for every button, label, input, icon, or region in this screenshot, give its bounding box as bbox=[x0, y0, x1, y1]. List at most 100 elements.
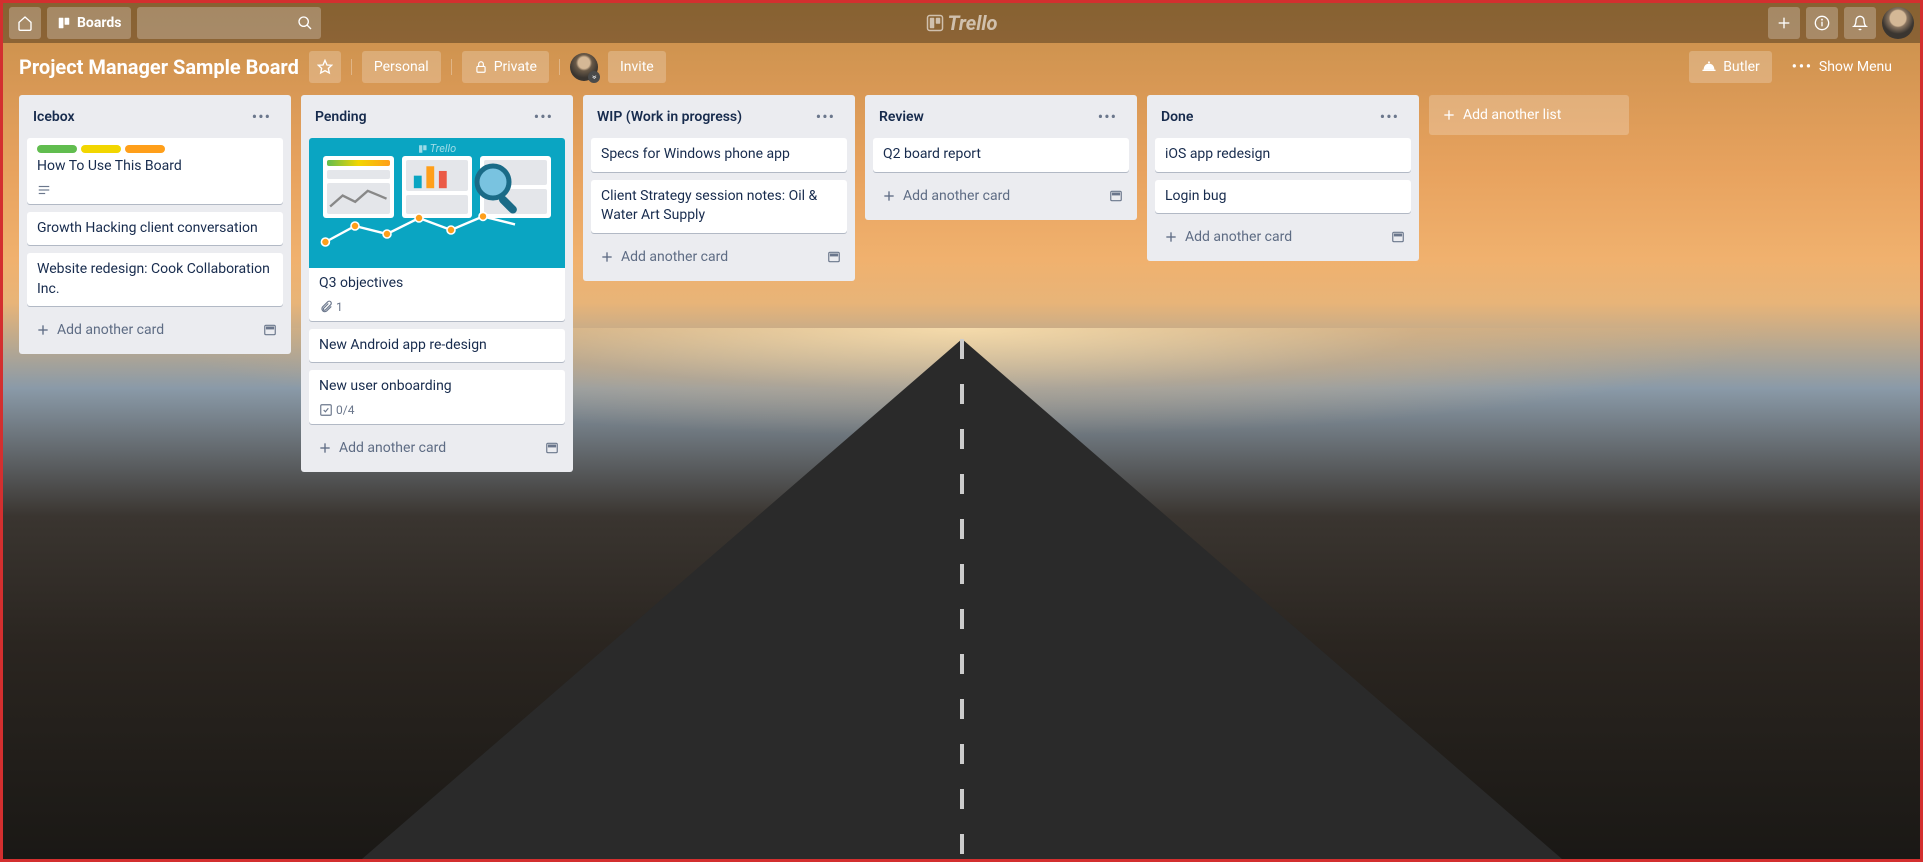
attachment-badge: 1 bbox=[319, 300, 343, 314]
card-title: Growth Hacking client conversation bbox=[37, 219, 273, 239]
card[interactable]: New Android app re-design bbox=[309, 329, 565, 363]
visibility-button[interactable]: Private bbox=[462, 51, 549, 83]
boards-label: Boards bbox=[77, 15, 121, 31]
separator bbox=[351, 59, 352, 75]
card-template-button[interactable] bbox=[263, 323, 277, 337]
plus-icon bbox=[35, 322, 51, 338]
card[interactable]: Website redesign: Cook Collaboration Inc… bbox=[27, 253, 283, 306]
chart-line-icon bbox=[319, 210, 519, 250]
trello-logo[interactable]: Trello bbox=[926, 11, 998, 35]
add-card-button[interactable]: Add another card bbox=[33, 318, 255, 342]
card[interactable]: Q2 board report bbox=[873, 138, 1129, 172]
search-icon bbox=[297, 15, 313, 31]
card-template-button[interactable] bbox=[1391, 230, 1405, 244]
board-header: Project Manager Sample Board Personal Pr… bbox=[3, 43, 1920, 91]
boards-button[interactable]: Boards bbox=[47, 7, 131, 39]
label-orange[interactable] bbox=[125, 145, 165, 153]
ellipsis-icon: ••• bbox=[1792, 59, 1813, 75]
add-card-button[interactable]: Add another card bbox=[879, 184, 1101, 208]
list-menu-button[interactable]: ••• bbox=[1374, 105, 1405, 128]
add-card-button[interactable]: Add another card bbox=[597, 245, 819, 269]
card-template-button[interactable] bbox=[827, 250, 841, 264]
ellipsis-icon: ••• bbox=[1380, 107, 1399, 126]
list-title[interactable]: Done bbox=[1161, 109, 1374, 125]
trello-logo-icon bbox=[926, 14, 944, 32]
add-card-button[interactable]: Add another card bbox=[315, 436, 537, 460]
checklist-badge: 0/4 bbox=[319, 403, 354, 417]
magnifier-icon bbox=[471, 160, 527, 216]
list-title[interactable]: Icebox bbox=[33, 109, 246, 125]
ellipsis-icon: ••• bbox=[816, 107, 835, 126]
card-title: Specs for Windows phone app bbox=[601, 145, 837, 165]
card[interactable]: iOS app redesign bbox=[1155, 138, 1411, 172]
info-button[interactable] bbox=[1806, 7, 1838, 39]
card-title: New user onboarding bbox=[319, 377, 555, 397]
top-bar: Boards Trello bbox=[3, 3, 1920, 43]
separator bbox=[451, 59, 452, 75]
card-title: Q2 board report bbox=[883, 145, 1119, 165]
star-icon bbox=[317, 59, 333, 75]
create-button[interactable] bbox=[1768, 7, 1800, 39]
plus-icon bbox=[599, 249, 615, 265]
card[interactable]: Growth Hacking client conversation bbox=[27, 212, 283, 246]
card[interactable]: Client Strategy session notes: Oil & Wat… bbox=[591, 180, 847, 233]
card[interactable]: New user onboarding 0/4 bbox=[309, 370, 565, 424]
home-button[interactable] bbox=[9, 7, 41, 39]
info-icon bbox=[1814, 15, 1830, 31]
notifications-button[interactable] bbox=[1844, 7, 1876, 39]
card-title: How To Use This Board bbox=[37, 157, 273, 177]
ellipsis-icon: ••• bbox=[534, 107, 553, 126]
list-menu-button[interactable]: ••• bbox=[528, 105, 559, 128]
list: Icebox ••• How To Use This Board Growth H… bbox=[19, 95, 291, 354]
list-title[interactable]: Pending bbox=[315, 109, 528, 125]
ellipsis-icon: ••• bbox=[252, 107, 271, 126]
list: Pending ••• Trello Q3 objectives 1 New And… bbox=[301, 95, 573, 472]
list-menu-button[interactable]: ••• bbox=[1092, 105, 1123, 128]
plus-icon bbox=[317, 440, 333, 456]
card-title: Q3 objectives bbox=[319, 274, 555, 294]
add-card-button[interactable]: Add another card bbox=[1161, 225, 1383, 249]
butler-icon bbox=[1701, 60, 1717, 74]
plus-icon bbox=[881, 188, 897, 204]
card[interactable]: Specs for Windows phone app bbox=[591, 138, 847, 172]
member-avatar[interactable] bbox=[570, 53, 598, 81]
card[interactable]: Trello Q3 objectives 1 bbox=[309, 138, 565, 321]
list-title[interactable]: Review bbox=[879, 109, 1092, 125]
lock-icon bbox=[474, 60, 488, 74]
card-template-button[interactable] bbox=[1109, 189, 1123, 203]
separator bbox=[559, 59, 560, 75]
card-title: Website redesign: Cook Collaboration Inc… bbox=[37, 260, 273, 299]
card-title: Client Strategy session notes: Oil & Wat… bbox=[601, 187, 837, 226]
invite-button[interactable]: Invite bbox=[608, 51, 666, 83]
list-menu-button[interactable]: ••• bbox=[246, 105, 277, 128]
board-canvas[interactable]: Icebox ••• How To Use This Board Growth H… bbox=[3, 91, 1920, 476]
card-template-button[interactable] bbox=[545, 441, 559, 455]
list: Done ••• iOS app redesign Login bug Add a… bbox=[1147, 95, 1419, 261]
plus-icon bbox=[1776, 15, 1792, 31]
card-title: Login bug bbox=[1165, 187, 1401, 207]
search-input[interactable] bbox=[137, 7, 321, 39]
card-cover: Trello bbox=[309, 138, 565, 268]
plus-icon bbox=[1441, 107, 1457, 123]
bell-icon bbox=[1852, 15, 1868, 31]
user-avatar[interactable] bbox=[1882, 7, 1914, 39]
label-green[interactable] bbox=[37, 145, 77, 153]
description-icon bbox=[37, 183, 51, 197]
card-title: New Android app re-design bbox=[319, 336, 555, 356]
add-list-button[interactable]: Add another list bbox=[1429, 95, 1629, 135]
list-menu-button[interactable]: ••• bbox=[810, 105, 841, 128]
list: WIP (Work in progress) ••• Specs for Win… bbox=[583, 95, 855, 281]
label-yellow[interactable] bbox=[81, 145, 121, 153]
list-title[interactable]: WIP (Work in progress) bbox=[597, 109, 810, 125]
card-labels[interactable] bbox=[37, 145, 273, 153]
butler-button[interactable]: Butler bbox=[1689, 51, 1772, 83]
ellipsis-icon: ••• bbox=[1098, 107, 1117, 126]
plus-icon bbox=[1163, 229, 1179, 245]
card[interactable]: How To Use This Board bbox=[27, 138, 283, 204]
star-button[interactable] bbox=[309, 51, 341, 83]
list: Review ••• Q2 board report Add another c… bbox=[865, 95, 1137, 220]
card[interactable]: Login bug bbox=[1155, 180, 1411, 214]
team-button[interactable]: Personal bbox=[362, 51, 441, 83]
board-title[interactable]: Project Manager Sample Board bbox=[19, 55, 299, 79]
show-menu-button[interactable]: ••• Show Menu bbox=[1780, 51, 1904, 83]
